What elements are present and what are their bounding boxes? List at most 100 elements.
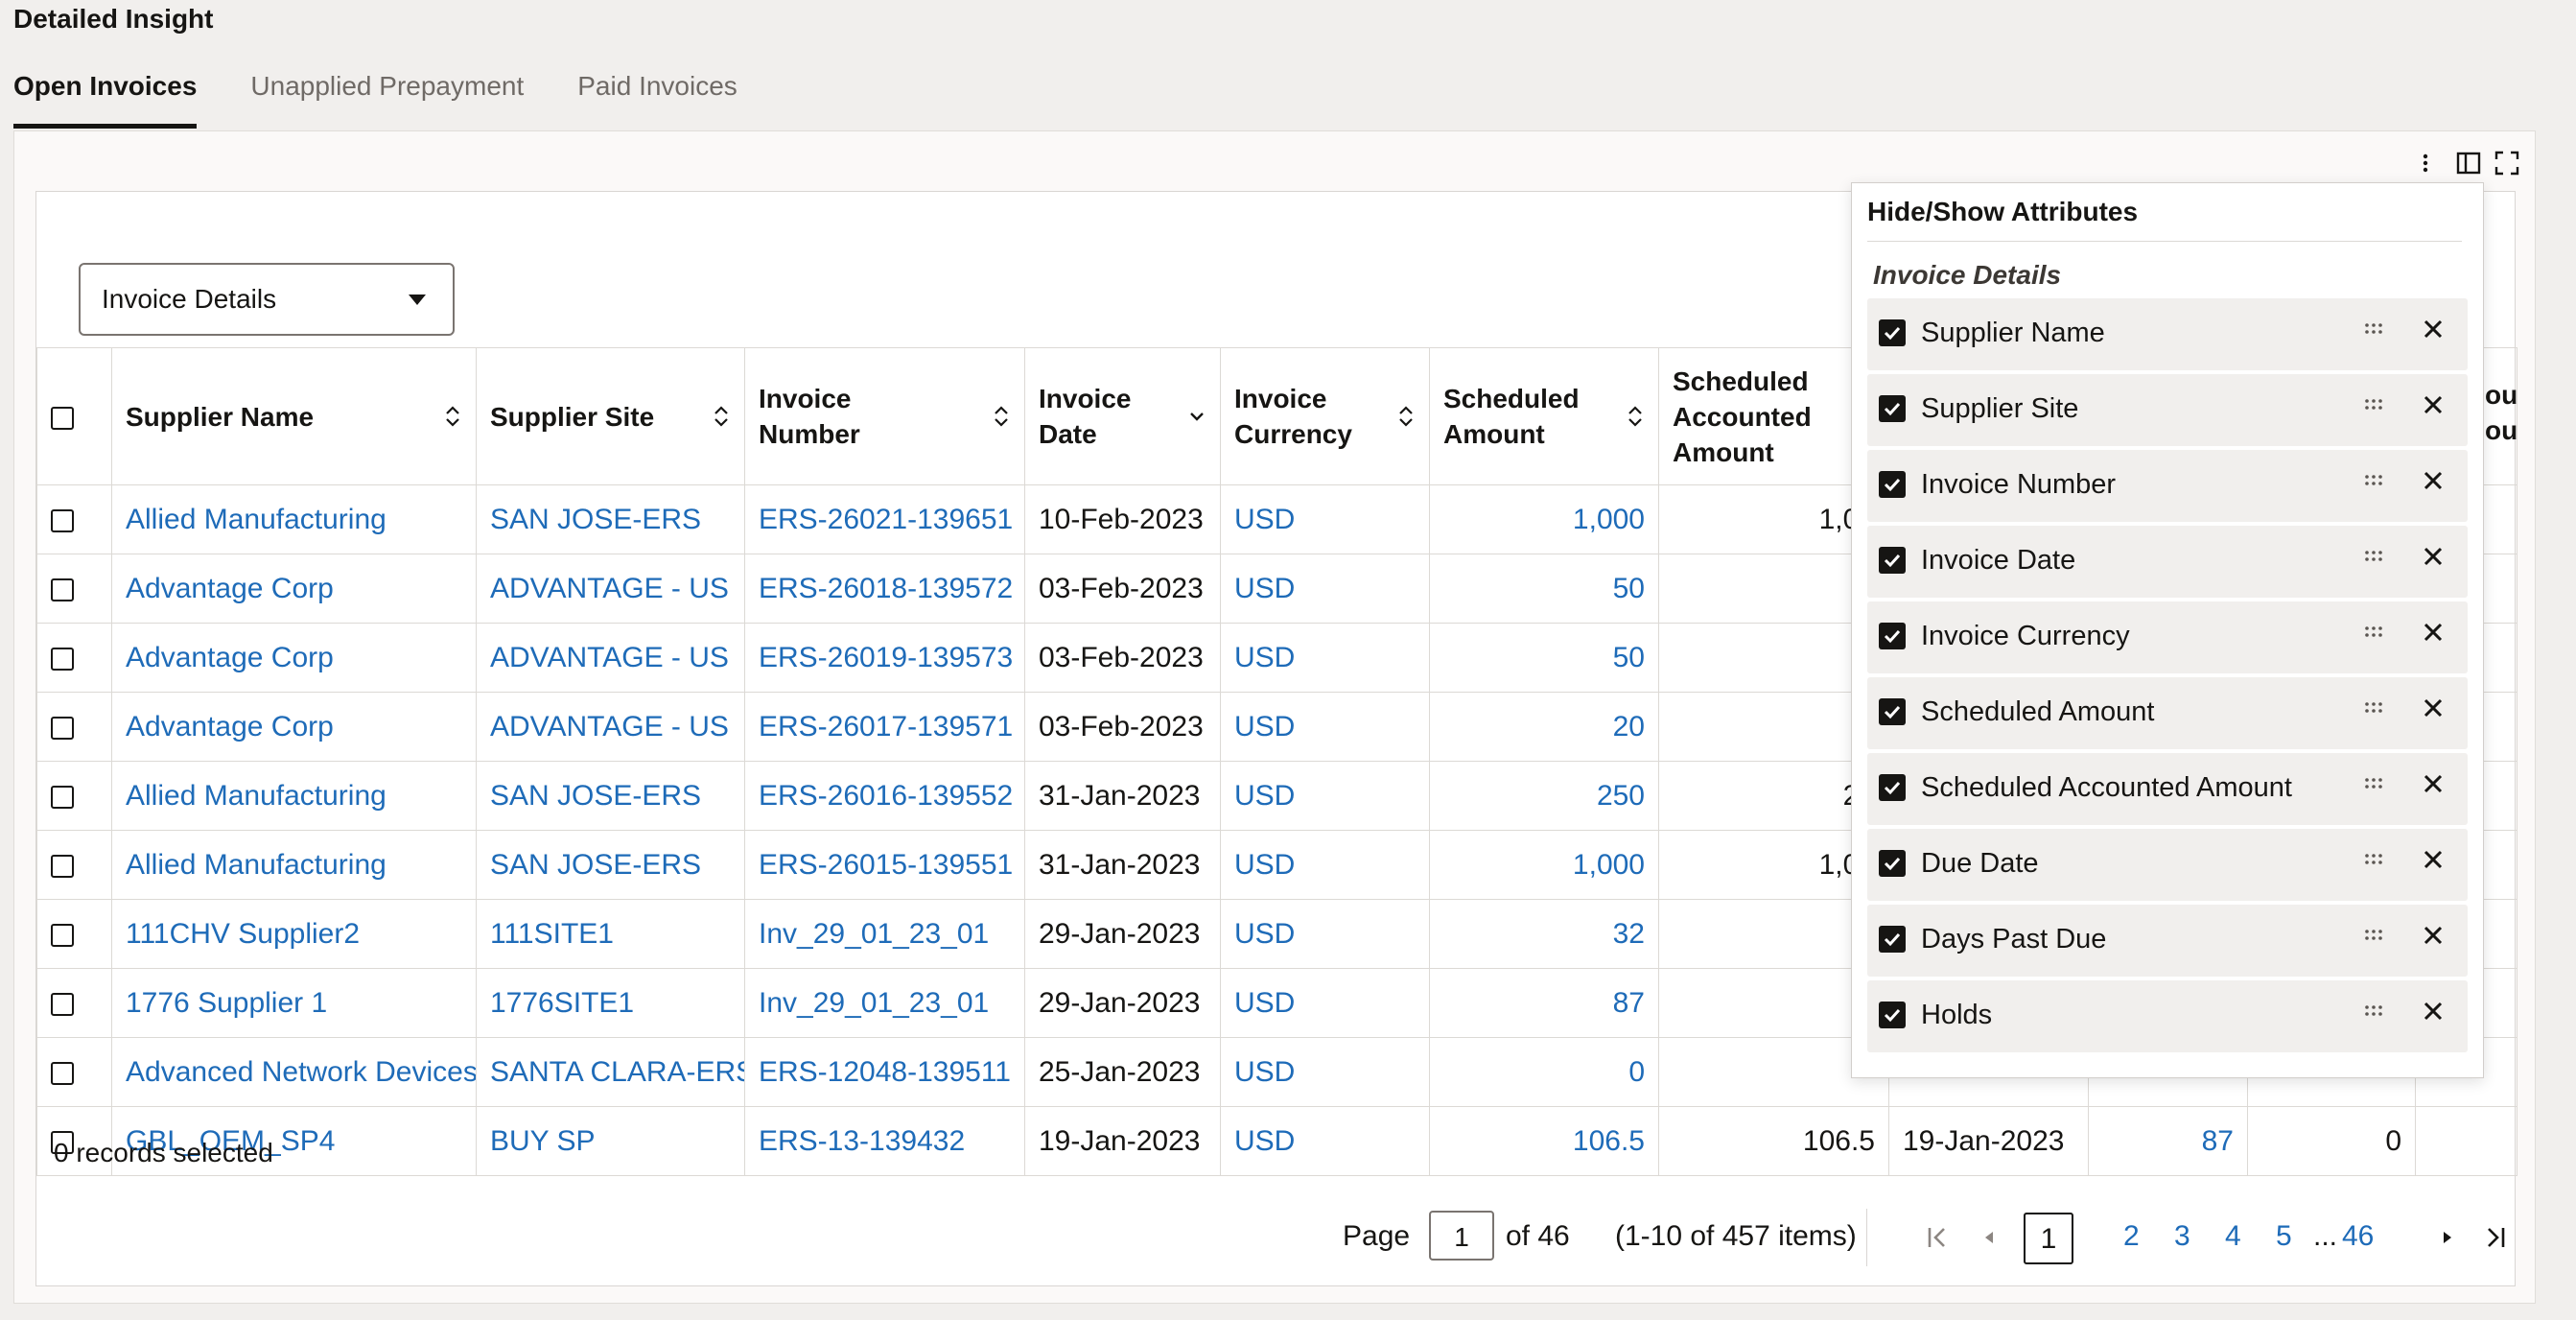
drag-handle-icon[interactable] bbox=[2362, 928, 2385, 943]
next-page-icon[interactable] bbox=[2434, 1224, 2461, 1251]
page-button-current[interactable]: 1 bbox=[2024, 1213, 2073, 1264]
fullscreen-icon[interactable] bbox=[2494, 151, 2519, 176]
cell-link[interactable]: USD bbox=[1234, 573, 1295, 604]
drag-handle-icon[interactable] bbox=[2362, 1003, 2385, 1019]
page-button-3[interactable]: 3 bbox=[2174, 1220, 2190, 1253]
page-button-last[interactable]: 46 bbox=[2342, 1220, 2374, 1253]
cell-link[interactable]: Advantage Corp bbox=[126, 642, 334, 673]
row-checkbox[interactable] bbox=[51, 923, 74, 947]
cell-link[interactable]: ADVANTAGE - US bbox=[490, 711, 729, 742]
close-icon[interactable] bbox=[2422, 1000, 2445, 1023]
column-header-invoice-number[interactable]: Invoice Number bbox=[744, 347, 1025, 485]
cell-link[interactable]: 50 bbox=[1613, 642, 1645, 673]
cell-link[interactable]: USD bbox=[1234, 987, 1295, 1019]
page-number-input[interactable]: 1 bbox=[1429, 1211, 1494, 1261]
attribute-checkbox[interactable] bbox=[1879, 395, 1906, 422]
cell-link[interactable]: 87 bbox=[1613, 987, 1645, 1019]
sort-icon[interactable] bbox=[443, 403, 462, 430]
cell-link[interactable]: BUY SP bbox=[490, 1125, 596, 1157]
page-button-2[interactable]: 2 bbox=[2123, 1220, 2140, 1253]
attribute-checkbox[interactable] bbox=[1879, 850, 1906, 877]
last-page-icon[interactable] bbox=[2482, 1224, 2509, 1251]
row-checkbox[interactable] bbox=[51, 716, 74, 740]
cell-link[interactable]: ADVANTAGE - US bbox=[490, 573, 729, 604]
drag-handle-icon[interactable] bbox=[2362, 852, 2385, 867]
page-button-5[interactable]: 5 bbox=[2276, 1220, 2292, 1253]
table-row[interactable]: GBL_OEM_SP4 BUY SP ERS-13-139432 19-Jan-202… bbox=[36, 1106, 2517, 1176]
cell-link[interactable]: 1,000 bbox=[1573, 504, 1645, 535]
sort-icon[interactable] bbox=[1396, 403, 1416, 430]
view-select[interactable]: Invoice Details bbox=[79, 263, 455, 336]
cell-link[interactable]: 106.5 bbox=[1573, 1125, 1645, 1157]
first-page-icon[interactable] bbox=[1924, 1224, 1951, 1251]
cell-link[interactable]: 111SITE1 bbox=[490, 918, 614, 950]
attribute-checkbox[interactable] bbox=[1879, 926, 1906, 953]
attribute-row[interactable]: Invoice Currency bbox=[1867, 601, 2468, 673]
drag-handle-icon[interactable] bbox=[2362, 549, 2385, 564]
row-checkbox[interactable] bbox=[51, 785, 74, 809]
cell-link[interactable]: ADVANTAGE - US bbox=[490, 642, 729, 673]
attribute-row[interactable]: Days Past Due bbox=[1867, 905, 2468, 977]
cell-link[interactable]: Inv_29_01_23_01 bbox=[759, 987, 989, 1019]
column-header-scheduled-amount[interactable]: Scheduled Amount bbox=[1429, 347, 1659, 485]
cell-link[interactable]: USD bbox=[1234, 504, 1295, 535]
cell-link[interactable]: 32 bbox=[1613, 918, 1645, 950]
attribute-checkbox[interactable] bbox=[1879, 547, 1906, 574]
cell-link[interactable]: ERS-26015-139551 bbox=[759, 849, 1013, 881]
cell-link[interactable]: SAN JOSE-ERS bbox=[490, 504, 701, 535]
cell-link[interactable]: USD bbox=[1234, 1125, 1295, 1157]
attribute-row[interactable]: Holds bbox=[1867, 980, 2468, 1052]
cell-link[interactable]: USD bbox=[1234, 711, 1295, 742]
close-icon[interactable] bbox=[2422, 393, 2445, 416]
column-header-invoice-date[interactable]: Invoice Date bbox=[1024, 347, 1221, 485]
drag-handle-icon[interactable] bbox=[2362, 700, 2385, 716]
cell-link[interactable]: 1,000 bbox=[1573, 849, 1645, 881]
cell-link[interactable]: Allied Manufacturing bbox=[126, 504, 386, 535]
drag-handle-icon[interactable] bbox=[2362, 321, 2385, 337]
page-button-4[interactable]: 4 bbox=[2225, 1220, 2241, 1253]
cell-link[interactable]: Inv_29_01_23_01 bbox=[759, 918, 989, 950]
row-checkbox[interactable] bbox=[51, 854, 74, 878]
cell-link[interactable]: 87 bbox=[2202, 1125, 2234, 1157]
cell-link[interactable]: 50 bbox=[1613, 573, 1645, 604]
attribute-checkbox[interactable] bbox=[1879, 774, 1906, 801]
cell-link[interactable]: ERS-26017-139571 bbox=[759, 711, 1013, 742]
drag-handle-icon[interactable] bbox=[2362, 625, 2385, 640]
cell-link[interactable]: ERS-26021-139651 bbox=[759, 504, 1013, 535]
close-icon[interactable] bbox=[2422, 772, 2445, 795]
cell-link[interactable]: Advanced Network Devices bbox=[126, 1056, 476, 1088]
tab-unapplied-prepayment[interactable]: Unapplied Prepayment bbox=[250, 67, 524, 129]
cell-link[interactable]: ERS-13-139432 bbox=[759, 1125, 965, 1157]
cell-link[interactable]: ERS-26019-139573 bbox=[759, 642, 1013, 673]
cell-link[interactable]: 1776 Supplier 1 bbox=[126, 987, 327, 1019]
tab-open-invoices[interactable]: Open Invoices bbox=[13, 67, 198, 129]
attribute-row[interactable]: Supplier Name bbox=[1867, 298, 2468, 370]
cell-link[interactable]: Advantage Corp bbox=[126, 573, 334, 604]
cell-link[interactable]: Allied Manufacturing bbox=[126, 780, 386, 812]
cell-link[interactable]: SAN JOSE-ERS bbox=[490, 780, 701, 812]
attribute-checkbox[interactable] bbox=[1879, 698, 1906, 725]
tab-paid-invoices[interactable]: Paid Invoices bbox=[577, 67, 738, 129]
sort-descending-icon[interactable] bbox=[1187, 403, 1206, 430]
cell-link[interactable]: ERS-12048-139511 bbox=[759, 1056, 1011, 1088]
sort-icon[interactable] bbox=[1626, 403, 1645, 430]
close-icon[interactable] bbox=[2422, 318, 2445, 341]
attribute-checkbox[interactable] bbox=[1879, 471, 1906, 498]
sort-icon[interactable] bbox=[992, 403, 1011, 430]
drag-handle-icon[interactable] bbox=[2362, 776, 2385, 791]
cell-link[interactable]: 0 bbox=[1628, 1056, 1645, 1088]
column-header-supplier-site[interactable]: Supplier Site bbox=[476, 347, 745, 485]
cell-link[interactable]: 1776SITE1 bbox=[490, 987, 634, 1019]
select-all-checkbox[interactable] bbox=[51, 407, 74, 431]
cell-link[interactable]: 20 bbox=[1613, 711, 1645, 742]
close-icon[interactable] bbox=[2422, 924, 2445, 947]
cell-link[interactable]: 250 bbox=[1597, 780, 1645, 812]
cell-link[interactable]: SANTA CLARA-ERS bbox=[490, 1056, 744, 1088]
cell-link[interactable]: USD bbox=[1234, 642, 1295, 673]
close-icon[interactable] bbox=[2422, 545, 2445, 568]
attribute-row[interactable]: Due Date bbox=[1867, 829, 2468, 901]
attribute-checkbox[interactable] bbox=[1879, 1002, 1906, 1028]
attribute-row[interactable]: Scheduled Amount bbox=[1867, 677, 2468, 749]
drag-handle-icon[interactable] bbox=[2362, 397, 2385, 412]
close-icon[interactable] bbox=[2422, 848, 2445, 871]
